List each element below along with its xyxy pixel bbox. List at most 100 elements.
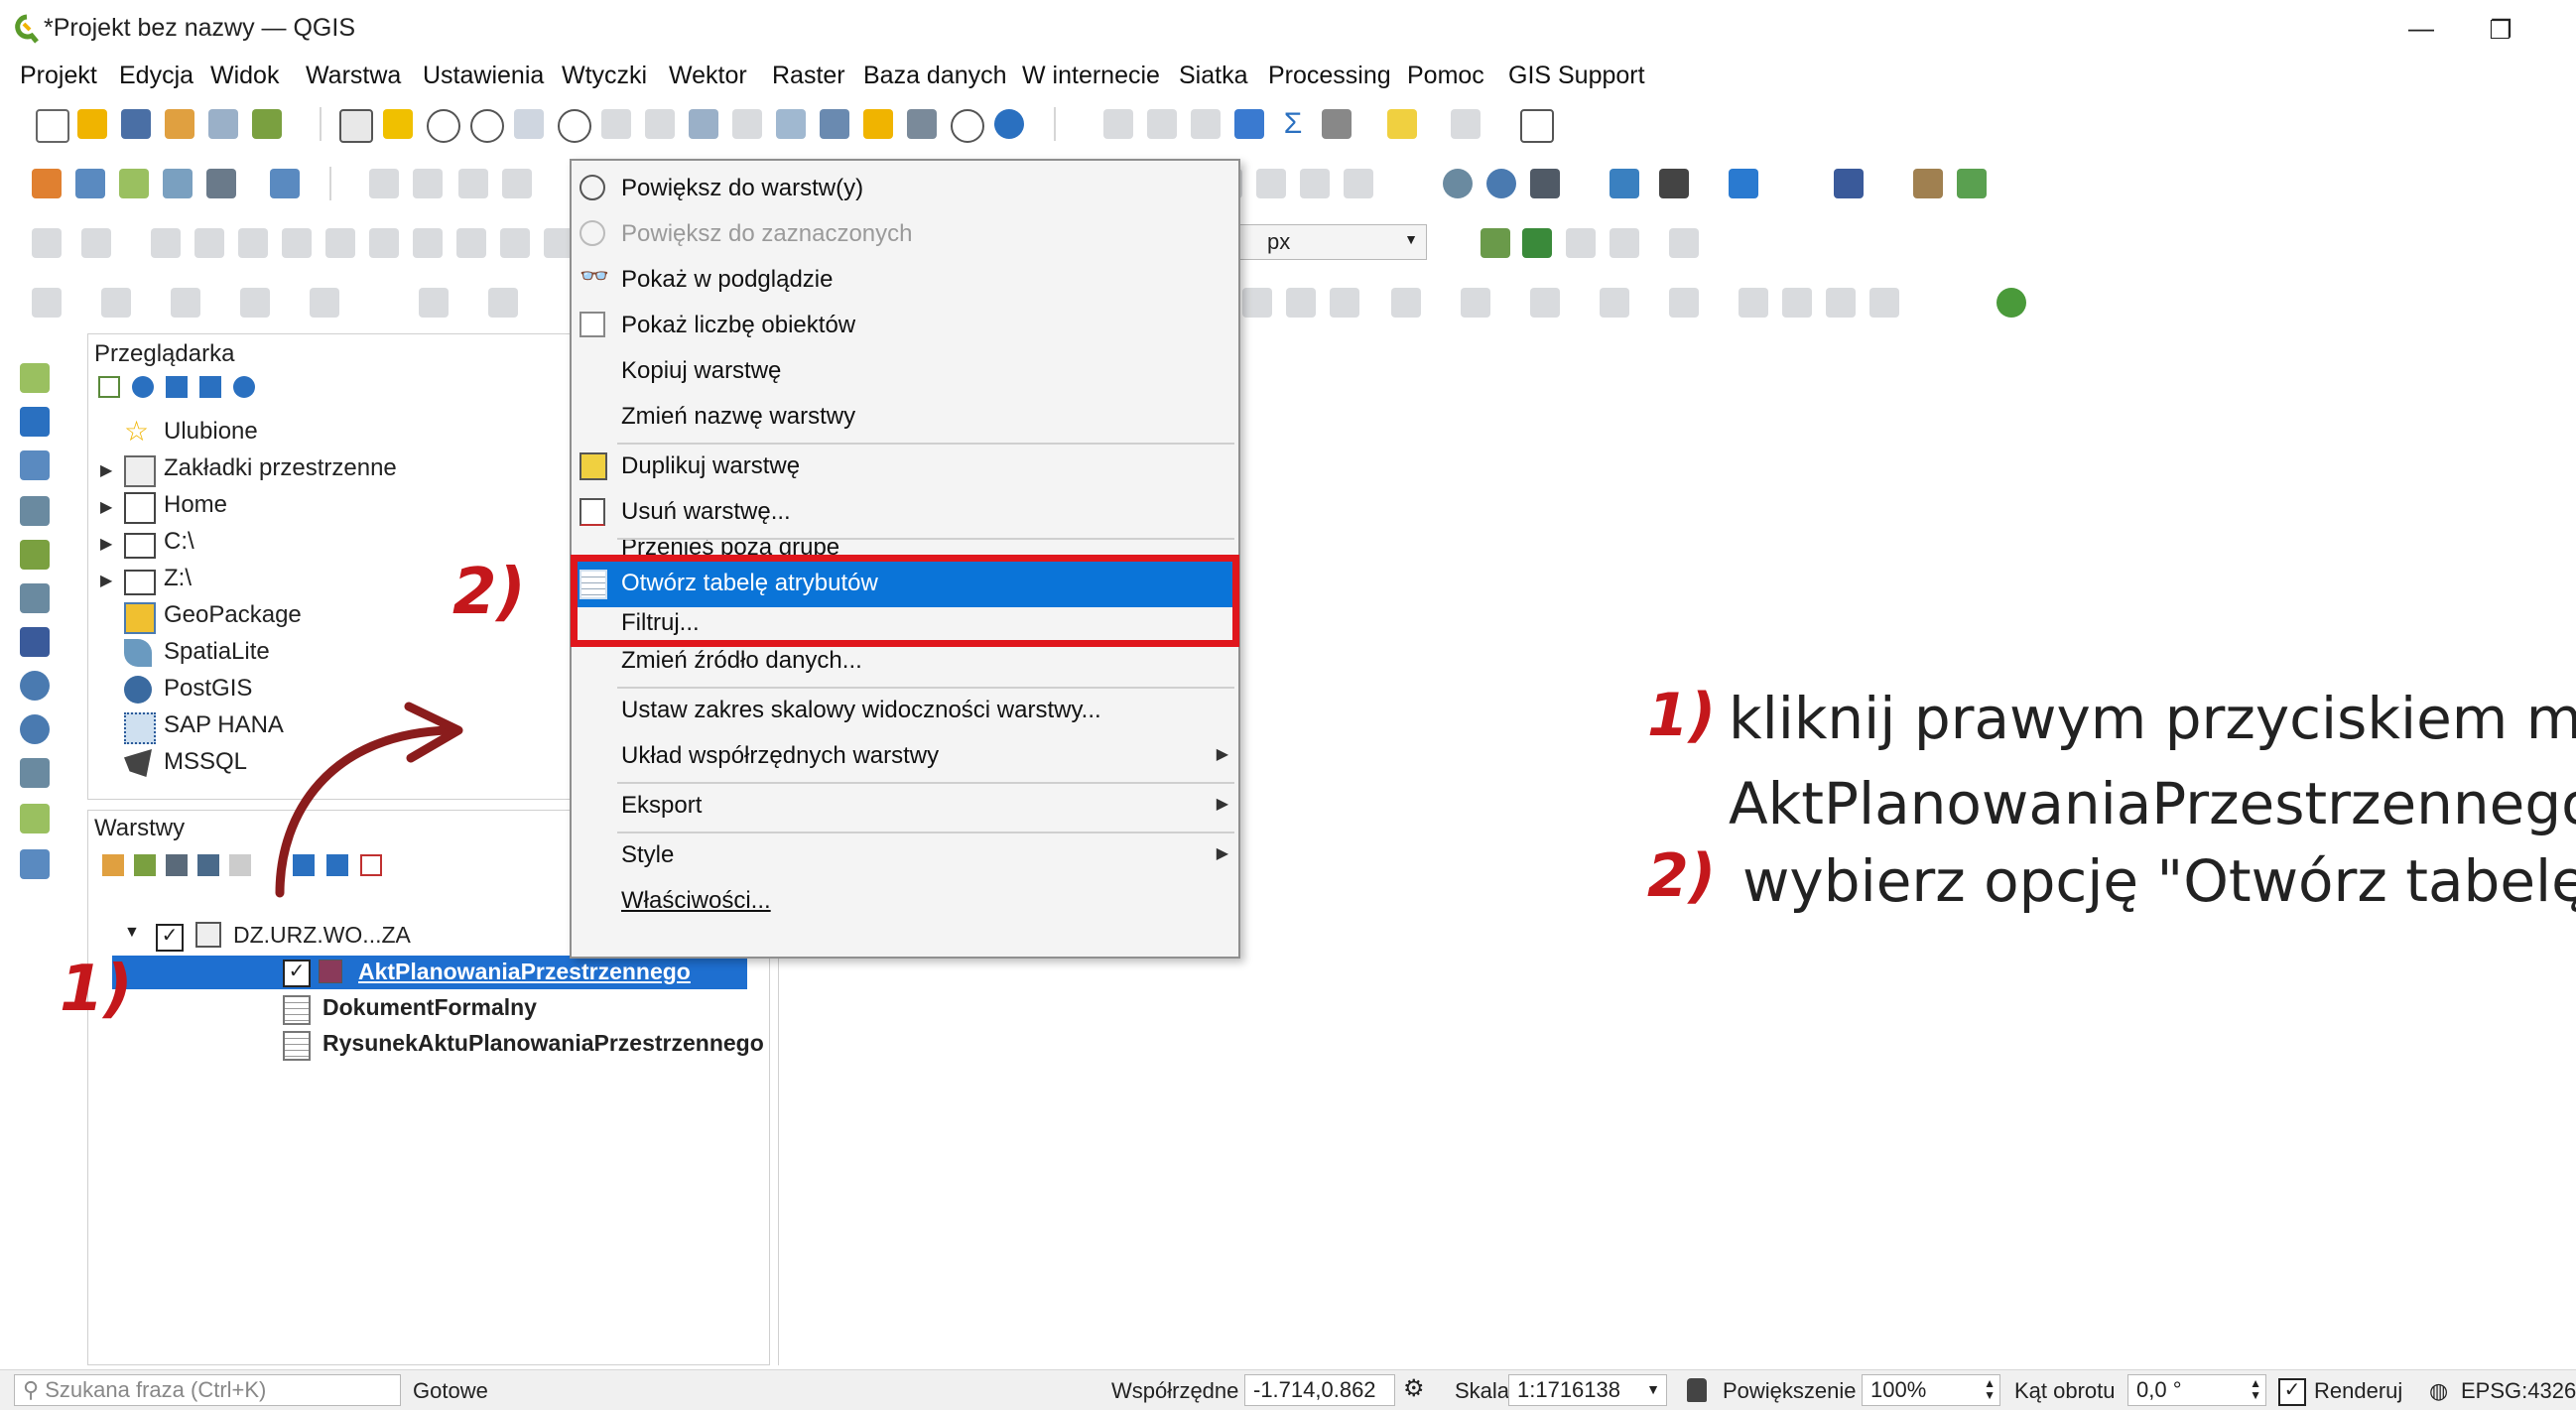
menu-copy-layer[interactable]: Kopiuj warstwę [572, 349, 1238, 393]
add-group-icon[interactable] [134, 854, 156, 876]
label13-icon[interactable] [1826, 288, 1856, 318]
label4-icon[interactable] [1286, 288, 1316, 318]
zoom-selection-icon[interactable] [601, 109, 631, 139]
cancel-x-icon[interactable] [1566, 228, 1596, 258]
python-icon[interactable] [1610, 169, 1639, 198]
rotation-field[interactable]: 0,0 ° ▲ ▼ [2127, 1374, 2266, 1406]
statistics-sigma-icon[interactable]: Σ [1278, 109, 1308, 139]
add-vector-icon[interactable] [119, 169, 149, 198]
digitize3-icon[interactable] [1300, 169, 1330, 198]
open-project-icon[interactable] [77, 109, 107, 139]
toggle-extents-icon[interactable]: ⚙ [1403, 1374, 1425, 1403]
add-wcs-icon[interactable] [20, 714, 50, 744]
plugin-icon[interactable] [1530, 169, 1560, 198]
shape4-icon[interactable] [282, 228, 312, 258]
zoom-out-icon[interactable] [470, 109, 504, 143]
show-bookmarks-icon[interactable] [907, 109, 937, 139]
label5-icon[interactable] [1330, 288, 1359, 318]
locator-search-input[interactable]: ⚲ Szukana fraza (Ctrl+K) [14, 1374, 401, 1406]
zoom-full-icon[interactable] [514, 109, 544, 139]
shape8-icon[interactable] [456, 228, 486, 258]
menu-wtyczki[interactable]: Wtyczki [562, 62, 647, 90]
menu-w-internecie[interactable]: W internecie [1022, 62, 1160, 90]
filter-legend-icon[interactable] [197, 854, 219, 876]
label10-icon[interactable] [1669, 288, 1699, 318]
shape3-icon[interactable] [238, 228, 268, 258]
menu-zoom-to-layer[interactable]: Powiększ do warstw(y) [572, 167, 1238, 210]
save-edits-icon[interactable] [458, 169, 488, 198]
label14-icon[interactable] [1869, 288, 1899, 318]
menu-baza-danych[interactable]: Baza danych [863, 62, 1007, 90]
menu-processing[interactable]: Processing [1268, 62, 1391, 90]
collapse-icon[interactable] [199, 376, 221, 398]
identify-icon[interactable] [1103, 109, 1133, 139]
new-temp-layer-icon[interactable] [20, 849, 50, 879]
layer-row-selected[interactable]: ✓ AktPlanowaniaPrzestrzennego [112, 956, 747, 989]
layer-row[interactable]: DokumentFormalny [112, 991, 747, 1025]
tree-icon[interactable] [1996, 288, 2026, 318]
menu-remove-layer[interactable]: Usuń warstwę... [572, 490, 1238, 534]
label6-icon[interactable] [1391, 288, 1421, 318]
plugin2-icon[interactable] [1913, 169, 1943, 198]
shape-icon[interactable] [151, 228, 181, 258]
toggle-edit-icon[interactable] [413, 169, 443, 198]
add-raster-layer-icon[interactable] [20, 407, 50, 437]
menu-siatka[interactable]: Siatka [1179, 62, 1247, 90]
select3-icon[interactable] [171, 288, 200, 318]
measure-line-icon[interactable] [1659, 169, 1689, 198]
refresh-icon[interactable] [132, 376, 154, 398]
layer-row[interactable]: RysunekAktuPlanowaniaPrzestrzennego [112, 1027, 764, 1061]
select2-icon[interactable] [101, 288, 131, 318]
menu-show-in-overview[interactable]: 👓 Pokaż w podglądzie [572, 258, 1238, 302]
spin-arrows-icon[interactable]: ▲ ▼ [2250, 1377, 2261, 1401]
new-3d-view-icon[interactable] [820, 109, 849, 139]
style-layer-icon[interactable] [102, 854, 124, 876]
add-point-icon[interactable] [502, 169, 532, 198]
label8-icon[interactable] [1530, 288, 1560, 318]
spin-arrows-icon[interactable]: ▲ ▼ [1984, 1377, 1996, 1401]
save-project-icon[interactable] [121, 109, 151, 139]
annotation-icon[interactable] [1451, 109, 1481, 139]
menu-gis-support[interactable]: GIS Support [1508, 62, 1645, 90]
layer-checkbox[interactable]: ✓ [283, 960, 311, 987]
add-db-icon[interactable] [206, 169, 236, 198]
app-icon[interactable] [1729, 169, 1758, 198]
globe-edit-icon[interactable] [1486, 169, 1516, 198]
label9-icon[interactable] [1600, 288, 1629, 318]
help-icon[interactable] [1834, 169, 1864, 198]
data-source-manager-icon[interactable] [32, 169, 62, 198]
zoom-next-icon[interactable] [732, 109, 762, 139]
shape7-icon[interactable] [413, 228, 443, 258]
units-select[interactable]: px ▼ [1238, 224, 1427, 260]
pan-to-selection-icon[interactable] [383, 109, 413, 139]
coordinates-field[interactable]: -1.714,0.862 [1244, 1374, 1395, 1406]
add-mesh-layer-icon[interactable] [20, 450, 50, 480]
menu-duplicate-layer[interactable]: Duplikuj warstwę [572, 445, 1238, 488]
menu-properties[interactable]: Właściwości... [572, 879, 1238, 923]
digitize2-icon[interactable] [1256, 169, 1286, 198]
style-manager-icon[interactable] [252, 109, 282, 139]
refresh-icon[interactable] [994, 109, 1024, 139]
label2-icon[interactable] [488, 288, 518, 318]
add-selected-icon[interactable] [98, 376, 120, 398]
checkbox-icon[interactable] [580, 312, 605, 337]
expand-arrow-icon[interactable]: ▶ [100, 571, 112, 590]
snap-icon[interactable] [32, 228, 62, 258]
menu-rename-layer[interactable]: Zmień nazwę warstwy [572, 395, 1238, 439]
group-checkbox[interactable]: ✓ [156, 924, 184, 952]
select-icon[interactable] [32, 288, 62, 318]
collapse-arrow-icon[interactable]: ▼ [124, 924, 140, 942]
digitize4-icon[interactable] [1344, 169, 1373, 198]
measure-icon[interactable] [1322, 109, 1352, 139]
map-tips-icon[interactable] [1387, 109, 1417, 139]
add-spatialite-icon[interactable] [20, 540, 50, 570]
menu-zoom-to-selected[interactable]: Powiększ do zaznaczonych [572, 212, 1238, 256]
menu-ustawienia[interactable]: Ustawienia [423, 62, 544, 90]
menu-widok[interactable]: Widok [210, 62, 279, 90]
temporal-controller-icon[interactable] [951, 109, 984, 143]
label3-icon[interactable] [1242, 288, 1272, 318]
menu-raster[interactable]: Raster [772, 62, 845, 90]
expand-arrow-icon[interactable]: ▶ [100, 534, 112, 554]
magnifier-field[interactable]: 100% ▲ ▼ [1862, 1374, 2000, 1406]
merge-icon[interactable] [1669, 228, 1699, 258]
